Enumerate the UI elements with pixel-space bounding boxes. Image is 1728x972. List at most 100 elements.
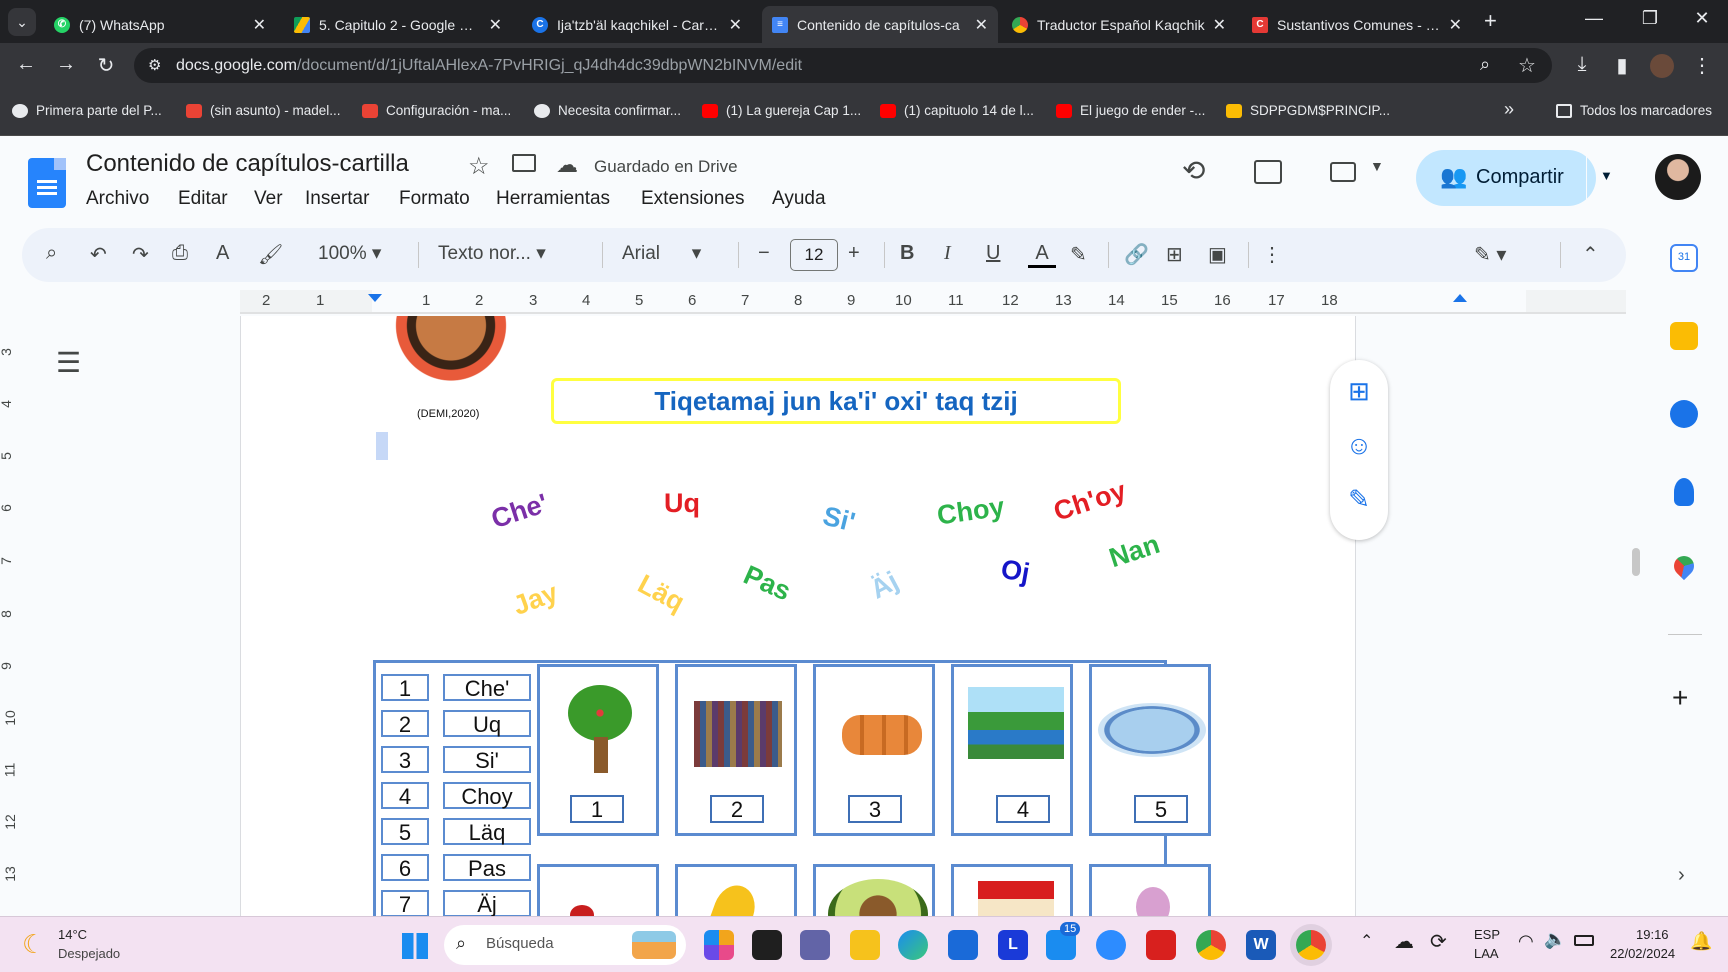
document-outline-icon[interactable]: ☰ [56,346,81,379]
sync-icon[interactable]: ⟳ [1430,929,1447,954]
print-icon[interactable]: ⎙ [172,242,188,265]
tab-traductor[interactable]: Traductor Español Kaqchik ✕ [1002,6,1236,43]
close-icon[interactable]: ✕ [975,15,988,35]
app-l-icon[interactable]: L [998,930,1028,960]
teams-icon[interactable] [800,930,830,960]
search-icon[interactable]: ⌕ [46,242,57,265]
edge-icon[interactable] [898,930,928,960]
calendar-icon[interactable]: 31 [1670,244,1698,272]
reload-icon[interactable]: ↻ [94,53,118,78]
zoom-select[interactable]: 100% ▾ [318,242,381,265]
zoom-icon[interactable] [1096,930,1126,960]
highlight-icon[interactable]: ✎ [1070,242,1087,267]
restore-icon[interactable]: ❐ [1630,8,1670,29]
font-size-input[interactable]: 12 [790,239,838,271]
bold-icon[interactable]: B [900,242,914,265]
new-tab-button[interactable]: + [1484,8,1497,34]
undo-icon[interactable]: ↶ [90,242,107,267]
menu-formato[interactable]: Formato [399,188,470,210]
maps-icon[interactable] [1669,551,1699,581]
bookmark-item[interactable]: Necesita confirmar... [534,103,681,118]
tab-contenido-capitulos[interactable]: ≡ Contenido de capítulos-ca ✕ [762,6,998,43]
close-icon[interactable]: ✕ [729,15,742,35]
bookmark-item[interactable]: Primera parte del P... [12,103,162,118]
task-view-icon[interactable] [752,930,782,960]
insert-image-icon[interactable]: ▣ [1208,242,1227,267]
bookmark-item[interactable]: SDPPGDM$PRINCIP... [1226,103,1390,118]
account-avatar[interactable] [1655,154,1701,200]
version-history-icon[interactable]: ⟲ [1182,154,1205,187]
vertical-ruler[interactable]: 3 4 5 6 7 8 9 10 11 12 13 [0,316,22,916]
bookmark-item[interactable]: (sin asunto) - madel... [186,103,341,118]
docs-logo-icon[interactable] [28,158,66,208]
text-color-icon[interactable]: A [1028,242,1056,268]
add-comment-icon[interactable]: ⊞ [1166,242,1183,267]
back-arrow-icon[interactable]: ← [14,53,38,76]
bookmark-item[interactable]: (1) La guereja Cap 1... [702,103,861,118]
address-bar[interactable]: ⚙ docs.google.com/document/d/1jUftalAHle… [134,48,1552,83]
document-title[interactable]: Contenido de capítulos-cartilla [86,150,409,178]
bookmark-item[interactable]: El juego de ender -... [1056,103,1205,118]
word-icon[interactable]: W [1246,930,1276,960]
menu-ver[interactable]: Ver [254,188,283,210]
more-options-icon[interactable]: ⋮ [1262,242,1282,267]
site-info-icon[interactable]: ⚙ [148,56,161,74]
keep-icon[interactable] [1670,322,1698,350]
language-top[interactable]: ESP [1474,927,1500,942]
add-comment-icon[interactable]: ⊞ [1343,376,1375,406]
share-button[interactable]: 👥 Compartir [1416,150,1596,206]
close-icon[interactable]: ✕ [253,15,266,35]
chevron-right-icon[interactable]: › [1678,864,1685,887]
taskbar-search[interactable]: ⌕ Búsqueda [444,925,686,965]
underline-icon[interactable]: U [986,242,1000,265]
bookmark-item[interactable]: Configuración - ma... [362,103,511,118]
close-icon[interactable]: ✕ [489,15,502,35]
zoom-icon[interactable]: ⌕ [1480,54,1490,75]
font-select[interactable]: Arial ▾ [622,242,701,265]
horizontal-ruler[interactable]: 2 1 1 2 3 4 5 6 7 8 9 10 11 12 13 14 15 … [240,290,1626,314]
close-icon[interactable]: ✕ [1449,15,1462,35]
more-menu-icon[interactable]: ⋮ [1690,53,1714,78]
tasks-icon[interactable] [1670,400,1698,428]
app-calendar-icon[interactable]: 15 [1046,922,1081,960]
menu-insertar[interactable]: Insertar [305,188,369,210]
minimize-icon[interactable]: — [1574,8,1614,29]
redo-icon[interactable]: ↷ [132,242,149,267]
comments-icon[interactable] [1254,160,1282,184]
tab-google-drive[interactable]: 5. Capitulo 2 - Google Driv ✕ [284,6,512,43]
clock-date[interactable]: 22/02/2024 [1610,946,1675,961]
editing-mode-icon[interactable]: ✎ ▾ [1474,242,1506,267]
collapse-menu-icon[interactable]: ⌃ [1582,242,1599,267]
menu-herramientas[interactable]: Herramientas [496,188,610,210]
notifications-bell-icon[interactable]: 🔔 [1690,931,1712,952]
move-folder-icon[interactable] [512,154,536,172]
chrome-profile-icon[interactable] [1296,930,1326,960]
chrome-icon[interactable] [1196,930,1226,960]
menu-archivo[interactable]: Archivo [86,188,149,210]
link-icon[interactable]: 🔗 [1124,242,1149,267]
more-bookmarks-button[interactable]: » [1504,99,1514,120]
contacts-icon[interactable] [1674,478,1694,506]
close-icon[interactable]: ✕ [1213,15,1226,35]
forward-arrow-icon[interactable]: → [54,53,78,76]
style-select[interactable]: Texto nor... ▾ [438,242,546,265]
star-icon[interactable]: ☆ [468,152,490,181]
add-addon-icon[interactable]: + [1672,682,1688,714]
tab-sustantivos[interactable]: C Sustantivos Comunes - Co ✕ [1242,6,1472,43]
tab-search-button[interactable]: ⌄ [8,8,36,36]
onedrive-icon[interactable]: ☁ [1394,929,1414,954]
menu-extensiones[interactable]: Extensiones [641,188,745,210]
decrease-font-icon[interactable]: − [758,242,770,265]
bookmark-item[interactable]: (1) capituolo 14 de l... [880,103,1034,118]
store-icon[interactable] [948,930,978,960]
windows-start-icon[interactable] [402,933,428,959]
language-bottom[interactable]: LAA [1474,946,1499,961]
show-hidden-icons[interactable]: ⌃ [1360,931,1373,951]
tab-whatsapp[interactable]: ✆ (7) WhatsApp ✕ [44,6,276,43]
copilot-icon[interactable] [704,930,734,960]
file-explorer-icon[interactable] [850,930,880,960]
download-icon[interactable]: ⤓ [1570,53,1594,76]
spellcheck-icon[interactable]: A [216,242,229,265]
increase-font-icon[interactable]: + [848,242,860,265]
close-window-icon[interactable]: ✕ [1682,8,1722,29]
